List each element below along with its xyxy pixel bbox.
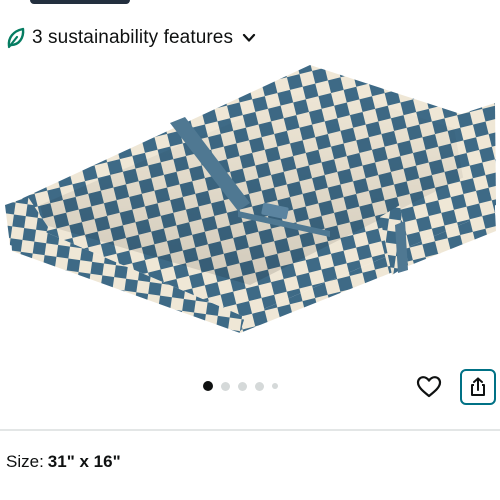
size-label: Size: xyxy=(6,452,44,471)
favorite-button[interactable] xyxy=(414,372,444,402)
leaf-icon xyxy=(6,27,26,49)
product-image[interactable] xyxy=(0,55,500,345)
carousel-dot[interactable] xyxy=(238,381,247,391)
sustainability-features-toggle[interactable]: 3 sustainability features xyxy=(6,24,257,52)
heart-icon xyxy=(416,376,442,398)
sustainability-label: 3 sustainability features xyxy=(32,27,234,48)
size-selector[interactable]: Size: 31" x 16" xyxy=(6,452,121,472)
carousel-dot[interactable] xyxy=(272,383,278,389)
image-carousel-indicator[interactable] xyxy=(203,381,278,391)
chevron-down-icon xyxy=(241,30,257,46)
share-button[interactable] xyxy=(460,369,496,405)
carousel-dot-active[interactable] xyxy=(203,381,213,391)
carousel-dot[interactable] xyxy=(221,381,230,391)
top-header-fragment xyxy=(30,0,130,4)
size-value: 31" x 16" xyxy=(47,452,121,471)
section-divider xyxy=(0,429,500,431)
carousel-dot[interactable] xyxy=(255,381,264,391)
share-icon xyxy=(471,377,485,396)
